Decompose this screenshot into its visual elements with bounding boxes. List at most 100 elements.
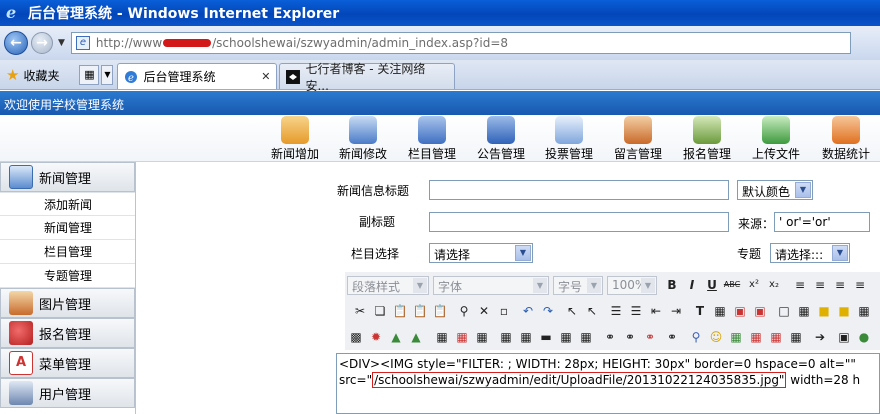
redo-icon[interactable]: ↷ [539,302,557,320]
tab-blog[interactable]: 七行者博客 - 关注网络安... [279,62,456,93]
symbol-icon[interactable]: ⚲ [687,328,705,346]
align-right-icon[interactable]: ≡ [831,276,849,294]
border-color-icon[interactable]: ▣ [751,302,769,320]
background-color-icon[interactable]: ▦ [711,302,729,320]
toolbar-notice[interactable]: 公告管理 [474,115,528,161]
insert-image-icon[interactable]: ▩ [347,328,365,346]
address-bar[interactable]: e http://www /schoolshewai/szwyadmin/adm… [70,32,851,54]
fullscreen-icon[interactable]: ▣ [835,328,853,346]
source-label: 来源： [738,217,775,231]
style-icon[interactable]: ▦ [855,302,873,320]
table-border-icon[interactable]: □ [775,302,793,320]
numbered-list-icon[interactable]: ☰ [607,302,625,320]
tab-list-icon[interactable]: ▼ [101,65,114,85]
special-char-icon[interactable]: ⚭ [663,328,681,346]
insert-flash-icon[interactable]: ✹ [367,328,385,346]
page-break-icon[interactable]: ▦ [787,328,805,346]
editor-content[interactable]: <DIV><IMG style="FILTER: ; WIDTH: 28px; … [336,353,880,414]
sidebar-head-signup[interactable]: 报名管理 [0,318,135,348]
quick-tabs-icon[interactable]: ▦ [79,65,100,85]
copy-icon[interactable]: ❏ [371,302,389,320]
excel-icon[interactable]: ▦ [727,328,745,346]
insert-code-icon[interactable]: ▦ [497,328,515,346]
select-icon[interactable]: ↖ [563,302,581,320]
insert-marquee-icon[interactable]: ▦ [517,328,535,346]
html-mode-icon[interactable]: ➔ [811,328,829,346]
eraser-icon[interactable]: ▫ [495,302,513,320]
bullet-list-icon[interactable]: ☰ [627,302,645,320]
note-icon[interactable]: ■ [835,302,853,320]
back-button[interactable]: ← [4,31,28,55]
underline-button[interactable]: U [703,276,721,294]
sidebar-head-images[interactable]: 图片管理 [0,288,135,318]
align-justify-icon[interactable]: ≡ [851,276,869,294]
sidebar-item-column-manage[interactable]: 栏目管理 [0,240,135,264]
paste-word-icon[interactable]: 📋 [431,302,449,320]
toolbar-vote[interactable]: 投票管理 [542,115,596,161]
history-dropdown-icon[interactable]: ▼ [58,38,65,48]
table-style-icon[interactable]: ▦ [795,302,813,320]
favorites-button[interactable]: ★ 收藏夹 [0,61,65,89]
highlight-icon[interactable]: ▣ [731,302,749,320]
strikethrough-button[interactable]: ABC [723,276,741,294]
bold-button[interactable]: B [663,276,681,294]
paste-text-icon[interactable]: 📋 [411,302,429,320]
anchor-icon[interactable]: ⚭ [641,328,659,346]
paste-icon[interactable]: 📋 [391,302,409,320]
paragraph-style-select[interactable]: 段落样式 ▼ [347,276,429,295]
sidebar-item-news-manage[interactable]: 新闻管理 [0,216,135,240]
insert-link-icon[interactable]: ⚭ [601,328,619,346]
insert-form-icon[interactable]: ▦ [557,328,575,346]
insert-file-icon[interactable]: ▲ [407,328,425,346]
italic-button[interactable]: I [683,276,701,294]
topic-select[interactable]: 请选择::: ▼ [770,243,850,263]
toolbar-message[interactable]: 留言管理 [611,115,665,161]
text-color-icon[interactable]: T [691,302,709,320]
forward-button[interactable]: → [31,32,53,54]
sidebar-item-topic-manage[interactable]: 专题管理 [0,264,135,288]
globe-icon[interactable]: ● [855,328,873,346]
toolbar-news-edit[interactable]: 新闻修改 [336,115,390,161]
insert-media-icon[interactable]: ▲ [387,328,405,346]
sidebar-head-menu[interactable]: A 菜单管理 [0,348,135,378]
cut-icon[interactable]: ✂ [351,302,369,320]
indent-icon[interactable]: ⇥ [667,302,685,320]
sidebar-head-news[interactable]: 新闻管理 [0,162,135,192]
subscript-button[interactable]: x₂ [765,276,783,294]
find-icon[interactable]: ⚲ [455,302,473,320]
title-input[interactable] [429,180,729,200]
sidebar-item-add-news[interactable]: 添加新闻 [0,192,135,216]
toolbar-signup[interactable]: 报名管理 [680,115,734,161]
time-icon[interactable]: ▦ [767,328,785,346]
color-select[interactable]: 默认颜色 ▼ [737,180,813,200]
insert-table-icon[interactable]: ▦ [433,328,451,346]
delete-icon[interactable]: ✕ [475,302,493,320]
zoom-select[interactable]: 100% ▼ [607,276,657,295]
font-select[interactable]: 字体 ▼ [433,276,549,295]
source-input[interactable]: ' or'='or' [774,212,870,232]
sidebar-head-users[interactable]: 用户管理 [0,378,135,408]
outdent-icon[interactable]: ⇤ [647,302,665,320]
insert-frame-icon[interactable]: ▦ [577,328,595,346]
date-icon[interactable]: ▦ [747,328,765,346]
comment-icon[interactable]: ■ [815,302,833,320]
insert-hr-icon[interactable]: ▬ [537,328,555,346]
absolute-position-icon[interactable]: ↖ [583,302,601,320]
undo-icon[interactable]: ↶ [519,302,537,320]
remove-link-icon[interactable]: ⚭ [621,328,639,346]
subtitle-input[interactable] [429,212,729,232]
align-left-icon[interactable]: ≡ [791,276,809,294]
toolbar-stats[interactable]: 数据统计 [818,115,874,161]
toolbar-upload[interactable]: 上传文件 [748,115,804,161]
toolbar-news-add[interactable]: 新闻增加 [266,115,324,161]
insert-column-icon[interactable]: ▦ [473,328,491,346]
toolbar-column[interactable]: 栏目管理 [405,115,459,161]
insert-row-icon[interactable]: ▦ [453,328,471,346]
superscript-button[interactable]: x² [745,276,763,294]
font-size-select[interactable]: 字号 ▼ [553,276,603,295]
close-tab-icon[interactable]: ✕ [261,70,270,83]
align-center-icon[interactable]: ≡ [811,276,829,294]
column-select[interactable]: 请选择 ▼ [429,243,533,263]
tab-admin[interactable]: e 后台管理系统 ✕ [117,63,278,89]
emoticon-icon[interactable]: ☺ [707,328,725,346]
